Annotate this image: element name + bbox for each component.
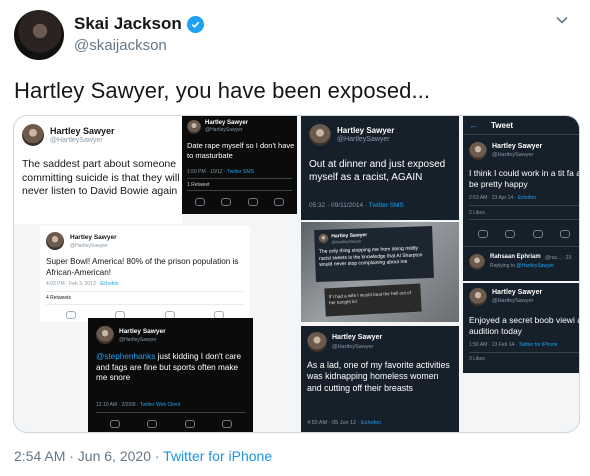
divider xyxy=(187,178,292,179)
card-handle: @HartleySawyer xyxy=(331,238,362,245)
card-header-title: Tweet xyxy=(491,121,514,130)
screenshot-card-9: Hartley Sawyer @HartleySawyer As a lad, … xyxy=(301,326,459,432)
tweet-text: Hartley Sawyer, you have been exposed... xyxy=(14,78,431,103)
card-stat: 2 Likes xyxy=(469,210,485,216)
reply-context: Replying to @HartleySawyer xyxy=(490,263,554,269)
screenshot-card-8: Hartley Sawyer @HartleySawyer @stephenha… xyxy=(88,318,253,432)
card-name: Hartley Sawyer xyxy=(70,234,117,241)
card-meta: 2:53 AM · 23 Apr 14 · Echofon xyxy=(469,195,536,201)
card-name: Hartley Sawyer xyxy=(492,289,543,296)
tweet-header: Skai Jackson @skaijackson xyxy=(14,10,576,64)
card-text: The saddest part about someone committin… xyxy=(22,158,180,198)
card-handle: @HartleySawyer xyxy=(492,298,534,304)
avatar xyxy=(469,254,485,270)
avatar xyxy=(46,232,64,250)
card-meta: 12:10 AM · 2/2/09 · Twitter Web Client xyxy=(96,402,181,408)
avatar xyxy=(22,124,44,146)
card-meta: 1:56 AM · 13 Feb 14 · Twitter for iPhone xyxy=(469,342,558,348)
card-text: Out at dinner and just exposed myself as… xyxy=(309,159,446,183)
card-name: Hartley Sawyer xyxy=(205,120,249,126)
card-name: Hartley Sawyer xyxy=(119,328,166,335)
avatar[interactable] xyxy=(14,10,64,60)
author-name-row: Skai Jackson xyxy=(74,14,204,34)
author-handle[interactable]: @skaijackson xyxy=(74,37,167,54)
card-stat: 1 Retweet xyxy=(187,182,210,188)
card-meta: 4:03 PM · Feb 3, 2013 · Echofon xyxy=(46,281,119,287)
divider xyxy=(469,205,579,206)
card-text: Enjoyed a secret boob viewi an audition … xyxy=(469,315,580,337)
divider xyxy=(463,134,579,135)
divider xyxy=(469,352,579,353)
card-meta: 05:32 · 09/11/2014 · Twitter SMS xyxy=(309,202,404,209)
avatar xyxy=(96,326,114,344)
avatar xyxy=(469,288,487,306)
photo-tweet-a: Hartley Sawyer @HartleySawyer The only t… xyxy=(314,225,434,283)
avatar xyxy=(307,332,327,352)
divider xyxy=(463,246,579,247)
avatar xyxy=(187,120,201,134)
source-link[interactable]: Twitter for iPhone xyxy=(163,448,272,464)
divider xyxy=(46,291,244,292)
card-meta: 1:50 PM · 10/12 · Twitter SMS xyxy=(187,169,254,175)
mention-link[interactable]: @stephenhanks xyxy=(96,352,155,361)
screenshot-card-7: Hartley Sawyer @HartleySawyer Enjoyed a … xyxy=(463,283,580,373)
card-handle: @HartleySawyer xyxy=(205,127,243,133)
card-text: If I had a wife I would beat the hell ou… xyxy=(328,290,412,306)
divider xyxy=(187,190,292,191)
card-actions xyxy=(187,198,292,206)
card-name: Hartley Sawyer xyxy=(337,126,395,135)
card-handle: @HartleySawyer xyxy=(337,136,390,143)
reply-handle: @ras... · 23 xyxy=(545,255,572,261)
card-actions xyxy=(96,420,246,428)
card-text: As a lad, one of my favorite activities … xyxy=(307,360,450,393)
avatar xyxy=(469,142,487,160)
card-handle: @HartleySawyer xyxy=(332,344,374,350)
avatar xyxy=(318,233,329,244)
divider xyxy=(469,219,579,220)
divider xyxy=(46,304,244,305)
card-text: @stephenhanks just kidding I don't care … xyxy=(96,352,242,383)
card-handle: @HartleySawyer xyxy=(50,137,103,144)
screenshot-card-4: ← Tweet Hartley Sawyer @HartleySawyer I … xyxy=(463,116,580,281)
card-handle: @HartleySawyer xyxy=(492,152,534,158)
photo-tweet-b: If I had a wife I would beat the hell ou… xyxy=(324,283,422,317)
screenshot-card-3: Hartley Sawyer @HartleySawyer Out at din… xyxy=(301,116,459,220)
card-name: Hartley Sawyer xyxy=(332,334,383,341)
card-stat: 4 Retweets xyxy=(46,295,72,301)
timestamp-text[interactable]: 2:54 AM · Jun 6, 2020 · xyxy=(14,448,163,464)
card-text: Date rape myself so I don't have to mast… xyxy=(187,141,295,160)
reply-name: Rahsaan Ephriam xyxy=(490,254,541,260)
screenshot-card-6: Hartley Sawyer @HartleySawyer The only t… xyxy=(301,222,459,322)
card-text: I think I could work in a tit fa and be … xyxy=(469,168,580,190)
card-meta: 4:50 AM · 05 Jun 12 · Echofon xyxy=(307,420,382,426)
screenshot-card-5: Hartley Sawyer @HartleySawyer Super Bowl… xyxy=(40,226,250,322)
back-arrow-icon[interactable]: ← xyxy=(469,120,478,130)
chevron-down-icon[interactable] xyxy=(554,12,570,28)
card-text: Super Bowl! America! 80% of the prison p… xyxy=(46,257,239,277)
media-collage[interactable]: Hartley Sawyer @HartleySawyer The saddes… xyxy=(13,115,580,433)
tweet-timestamp: 2:54 AM · Jun 6, 2020 · Twitter for iPho… xyxy=(14,448,272,464)
card-handle: @HartleySawyer xyxy=(119,337,157,343)
card-name: Hartley Sawyer xyxy=(50,126,115,136)
card-stat: 3 Likes xyxy=(469,356,485,362)
screenshot-card-2: Hartley Sawyer @HartleySawyer Date rape … xyxy=(182,116,297,214)
card-handle: @HartleySawyer xyxy=(70,243,108,249)
card-text: The only thing stopping me from doing mi… xyxy=(318,245,423,268)
card-name: Hartley Sawyer xyxy=(492,143,543,150)
verified-badge-icon xyxy=(186,15,204,33)
divider xyxy=(96,412,246,413)
author-name[interactable]: Skai Jackson xyxy=(74,14,182,34)
screenshot-card-1: Hartley Sawyer @HartleySawyer The saddes… xyxy=(14,116,182,224)
card-actions xyxy=(469,230,579,238)
avatar xyxy=(309,124,331,146)
